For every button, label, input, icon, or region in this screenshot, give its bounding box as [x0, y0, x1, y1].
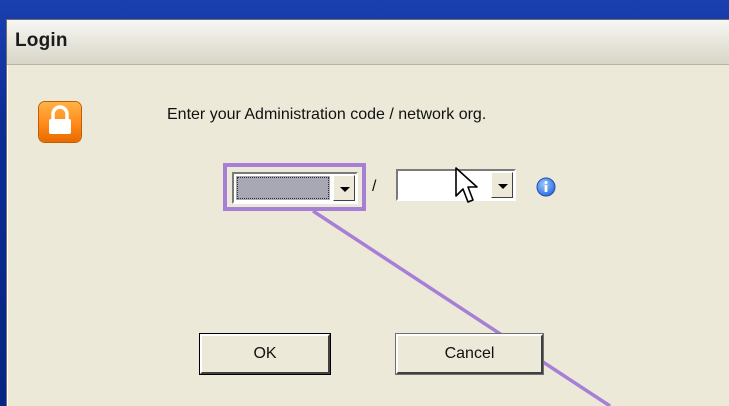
login-dialog: Login Enter your Administration code / n… [6, 19, 729, 406]
cancel-button[interactable]: Cancel [396, 334, 543, 374]
info-icon[interactable] [536, 177, 556, 197]
lock-icon [39, 102, 81, 142]
prompt-message: Enter your Administration code / network… [167, 106, 487, 123]
chevron-down-icon [498, 184, 508, 189]
highlight-annotation-box [223, 163, 366, 211]
ok-button[interactable]: OK [200, 334, 330, 374]
title-bar[interactable]: Login [7, 20, 729, 65]
arrow-cursor-icon [455, 167, 478, 203]
code-org-separator: / [372, 178, 377, 195]
network-org-dropdown-button[interactable] [491, 172, 513, 198]
window-title: Login [15, 30, 68, 51]
